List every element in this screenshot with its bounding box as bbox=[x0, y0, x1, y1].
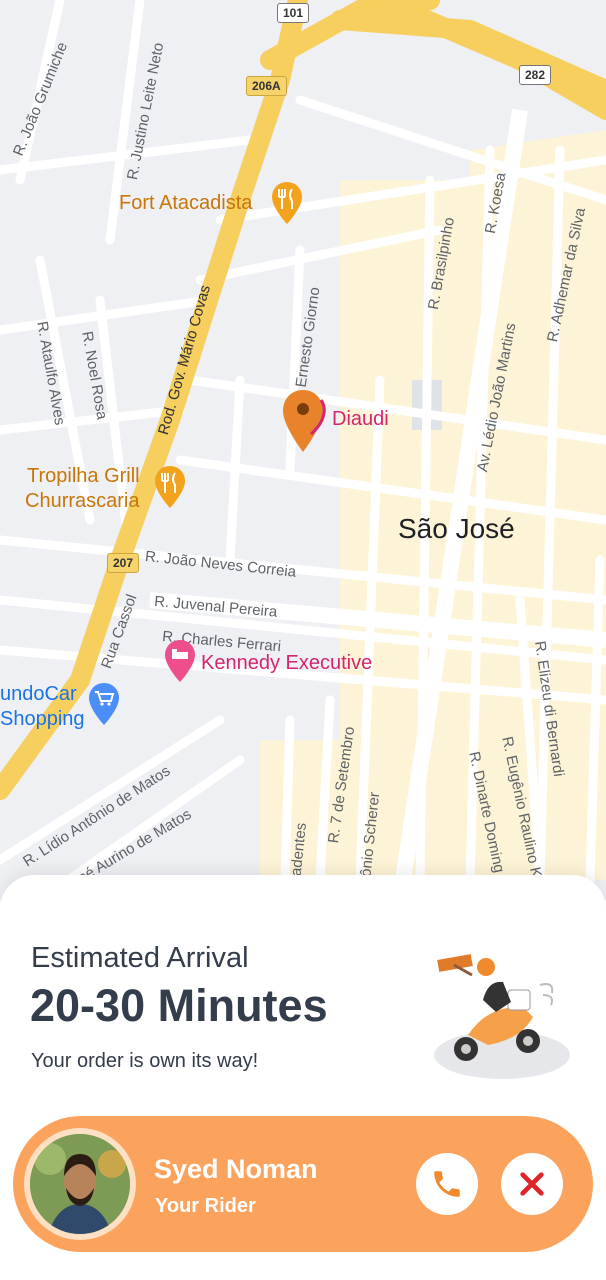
fork-knife-icon bbox=[155, 466, 185, 508]
route-shield-206a: 206A bbox=[246, 76, 287, 96]
phone-icon bbox=[434, 1171, 460, 1197]
rider-card[interactable]: Syed Noman Your Rider bbox=[13, 1116, 593, 1252]
close-icon bbox=[520, 1172, 544, 1196]
eta-label: Estimated Arrival bbox=[31, 942, 249, 974]
fork-knife-icon bbox=[272, 182, 302, 224]
poi-label[interactable]: Diaudi bbox=[332, 408, 389, 431]
delivery-sheet: Estimated Arrival 20-30 Minutes Your ord… bbox=[0, 875, 606, 1280]
route-shield-101: 101 bbox=[277, 3, 310, 23]
route-shield-282: 282 bbox=[519, 65, 552, 85]
poi-label[interactable]: Kennedy Executive bbox=[201, 652, 372, 675]
eta-value: 20-30 Minutes bbox=[30, 980, 328, 1031]
status-note: Your order is own its way! bbox=[31, 1050, 259, 1072]
map-view[interactable]: 101 282 206A 207 R. João Grumiche R. Jus… bbox=[0, 0, 606, 900]
poi-label[interactable]: undoCar bbox=[0, 683, 77, 706]
poi-label[interactable]: Fort Atacadista bbox=[119, 192, 252, 215]
avatar bbox=[24, 1128, 136, 1240]
rider-photo bbox=[30, 1134, 130, 1234]
pin-accent-icon bbox=[309, 399, 326, 436]
cart-icon bbox=[89, 683, 119, 725]
route-shield-207: 207 bbox=[107, 553, 140, 573]
delivery-scooter-illustration bbox=[434, 954, 570, 1079]
cancel-button[interactable] bbox=[501, 1153, 563, 1215]
rider-name: Syed Noman bbox=[154, 1154, 318, 1184]
rider-role: Your Rider bbox=[155, 1195, 256, 1217]
city-label: São José bbox=[398, 513, 515, 544]
call-button[interactable] bbox=[416, 1153, 478, 1215]
poi-label[interactable]: Shopping bbox=[0, 708, 85, 731]
poi-label[interactable]: Tropilha Grill bbox=[27, 465, 140, 488]
poi-label[interactable]: Churrascaria bbox=[25, 490, 139, 513]
bed-icon bbox=[165, 640, 195, 682]
